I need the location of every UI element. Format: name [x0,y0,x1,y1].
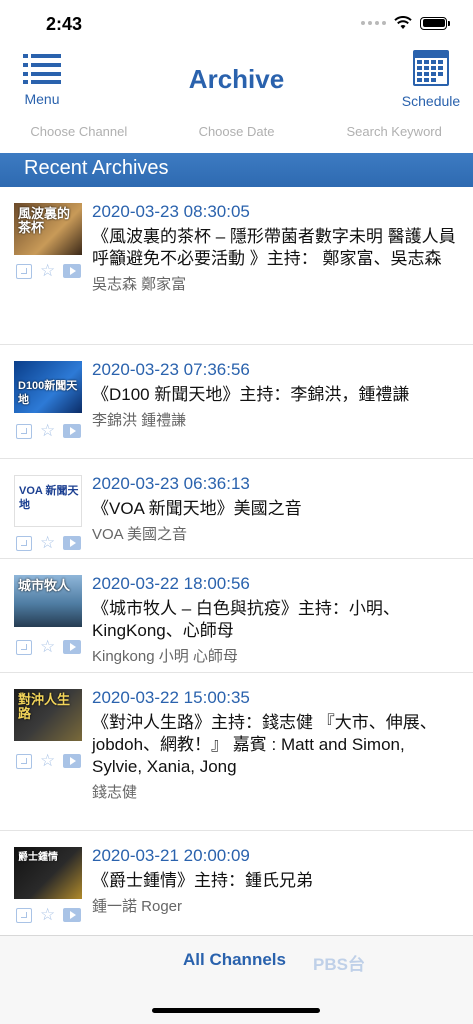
archive-title: 《VOA 新聞天地》美國之音 [92,499,302,518]
archive-date: 2020-03-23 08:30:05 [92,202,250,221]
archive-hosts: 錢志健 [92,784,138,801]
archive-title: 《風波裏的茶杯 – 隱形帶菌者數字未明 醫護人員呼籲避免不必要活動 》主持： 鄭… [92,227,456,268]
archive-item[interactable]: VOA 新聞天地 ☆ 2020-03-23 06:36:13 《VOA 新聞天地… [0,459,473,559]
archive-hosts: Kingkong 小明 心師母 [92,648,238,665]
archive-thumbnail: 風波裏的茶杯 [14,203,82,255]
archive-item-actions: ☆ [16,638,82,655]
archive-date: 2020-03-21 20:00:09 [92,846,250,865]
signal-icon [361,21,386,25]
archive-title: 《對沖人生路》主持：錢志健 『大市、伸展、jobdoh、網教！』 嘉賓 : Ma… [92,713,437,776]
section-header: Recent Archives [0,153,473,187]
archive-hosts: 鍾一諾 Roger [92,898,183,915]
star-icon[interactable]: ☆ [40,906,55,923]
archive-thumbnail: 對沖人生路 [14,689,82,741]
archive-item-actions: ☆ [16,534,82,551]
play-icon[interactable] [63,908,82,922]
choose-date-button[interactable]: Choose Date [158,116,316,148]
archive-item-actions: ☆ [16,262,82,279]
tab-all-channels[interactable]: All Channels [183,950,286,970]
archive-item[interactable]: 爵士鍾情 ☆ 2020-03-21 20:00:09 《爵士鍾情》主持：鍾氏兄弟… [0,831,473,935]
play-icon[interactable] [63,640,82,654]
archive-item[interactable]: 風波裏的茶杯 ☆ 2020-03-23 08:30:05 《風波裏的茶杯 – 隱… [0,187,473,345]
archive-date: 2020-03-22 15:00:35 [92,688,250,707]
status-time: 2:43 [46,14,83,34]
archive-thumbnail: VOA 新聞天地 [14,475,82,527]
archive-list[interactable]: 風波裏的茶杯 ☆ 2020-03-23 08:30:05 《風波裏的茶杯 – 隱… [0,187,473,935]
archive-date: 2020-03-23 06:36:13 [92,474,250,493]
play-icon[interactable] [63,536,82,550]
archive-title: 《爵士鍾情》主持：鍾氏兄弟 [92,871,313,890]
home-indicator[interactable] [152,1008,320,1013]
calendar-icon [413,50,449,86]
archive-hosts: 吳志森 鄭家富 [92,276,187,293]
star-icon[interactable]: ☆ [40,534,55,551]
star-icon[interactable]: ☆ [40,638,55,655]
archive-title: 《城市牧人 – 白色與抗疫》主持：小明、KingKong、心師母 [92,599,400,640]
section-title: Recent Archives [24,157,169,179]
archive-title: 《D100 新聞天地》主持：李錦洪，鍾禮謙 [92,385,410,404]
download-icon[interactable] [16,263,32,279]
download-icon[interactable] [16,535,32,551]
archive-hosts: 李錦洪 鍾禮謙 [92,412,187,429]
archive-thumbnail: D100新聞天地 [14,361,82,413]
search-keyword-button[interactable]: Search Keyword [315,116,473,148]
filter-bar: Choose Channel Choose Date Search Keywor… [0,116,473,148]
battery-icon [420,16,450,30]
archive-item[interactable]: 城市牧人 ☆ 2020-03-22 18:00:56 《城市牧人 – 白色與抗疫… [0,559,473,673]
download-icon[interactable] [16,423,32,439]
wifi-icon [394,16,412,29]
archive-thumbnail: 爵士鍾情 [14,847,82,899]
schedule-label: Schedule [401,93,461,109]
archive-item[interactable]: D100新聞天地 ☆ 2020-03-23 07:36:56 《D100 新聞天… [0,345,473,459]
archive-item-actions: ☆ [16,752,82,769]
archive-item-actions: ☆ [16,906,82,923]
status-icons [361,16,450,30]
play-icon[interactable] [63,754,82,768]
download-icon[interactable] [16,639,32,655]
star-icon[interactable]: ☆ [40,262,55,279]
schedule-button[interactable]: Schedule [397,50,465,109]
choose-channel-button[interactable]: Choose Channel [0,116,158,148]
archive-date: 2020-03-22 18:00:56 [92,574,250,593]
archive-item[interactable]: 對沖人生路 ☆ 2020-03-22 15:00:35 《對沖人生路》主持：錢志… [0,673,473,831]
archive-thumbnail: 城市牧人 [14,575,82,627]
tab-pbs[interactable]: PBS台 [313,950,365,975]
status-bar: 2:43 [0,0,473,50]
archive-hosts: VOA 美國之音 [92,526,188,543]
download-icon[interactable] [16,753,32,769]
star-icon[interactable]: ☆ [40,422,55,439]
archive-date: 2020-03-23 07:36:56 [92,360,250,379]
star-icon[interactable]: ☆ [40,752,55,769]
nav-bar: Menu Archive Schedule [0,50,473,112]
archive-item-actions: ☆ [16,422,82,439]
play-icon[interactable] [63,264,82,278]
download-icon[interactable] [16,907,32,923]
play-icon[interactable] [63,424,82,438]
